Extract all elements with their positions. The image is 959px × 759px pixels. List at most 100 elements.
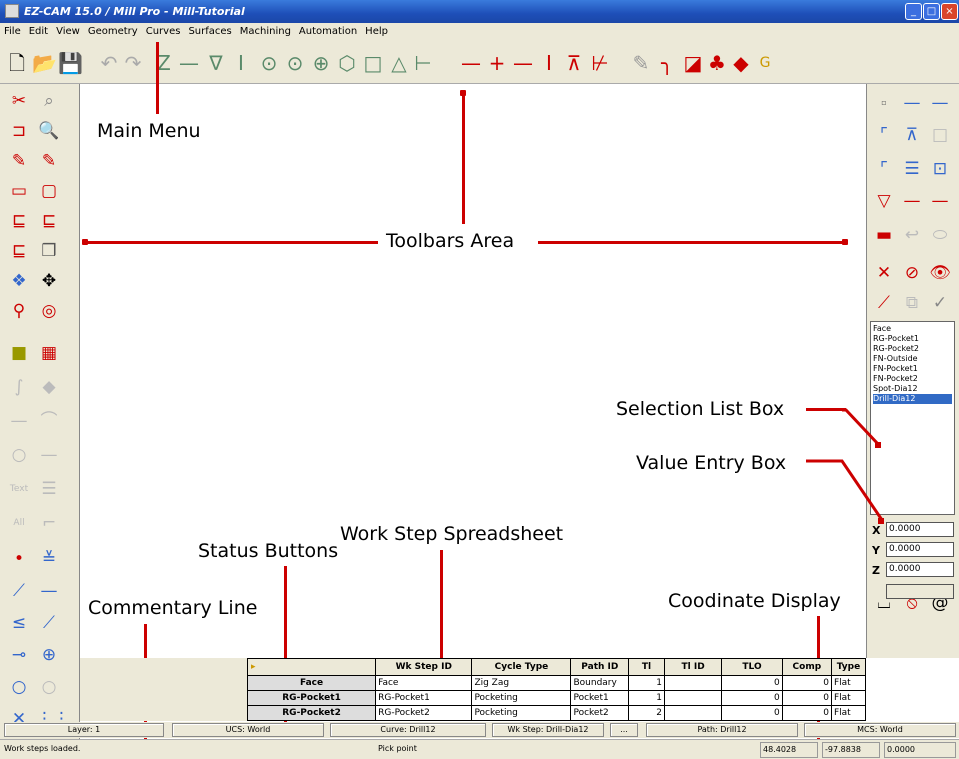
path-status-button[interactable]: Path: Drill12 — [646, 723, 798, 737]
cell-cycle[interactable]: Pocketing — [471, 690, 572, 706]
menu-surfaces[interactable]: Surfaces — [188, 26, 231, 37]
vertical-dim-icon[interactable]: I — [538, 51, 560, 75]
list-item[interactable]: RG-Pocket1 — [873, 334, 952, 344]
col-header[interactable]: Tl — [628, 658, 665, 676]
row-header[interactable]: Face — [246, 675, 377, 691]
circle-radius-icon[interactable]: ⊙ — [284, 51, 306, 75]
pencil-a-icon[interactable]: ✎ — [6, 148, 32, 174]
list-item[interactable]: FN-Pocket2 — [873, 374, 952, 384]
z-value-input[interactable]: 0.0000 — [886, 562, 954, 577]
chamfer-icon[interactable]: ◪ — [682, 51, 704, 75]
all-icon[interactable]: All — [6, 510, 32, 536]
cell-id[interactable]: Face — [375, 675, 473, 691]
box-snap-icon[interactable]: □ — [927, 122, 953, 148]
machining-icon[interactable]: ♣ — [706, 51, 728, 75]
copy-icon[interactable]: ⧉ — [899, 290, 925, 316]
menu-view[interactable]: View — [56, 26, 80, 37]
cell-type[interactable]: Flat — [830, 675, 867, 691]
zoom-out-icon[interactable]: ⚲ — [6, 298, 32, 324]
refresh-icon[interactable]: ◎ — [36, 298, 62, 324]
wand-icon[interactable]: ⟋ — [871, 290, 897, 316]
table-row[interactable]: RG-Pocket1 RG-Pocket1 Pocketing Pocket1 … — [246, 690, 867, 706]
list-item[interactable]: RG-Pocket2 — [873, 344, 952, 354]
line-e-icon[interactable]: ⊸ — [6, 642, 32, 668]
col-header[interactable]: Cycle Type — [471, 658, 572, 676]
select-icon[interactable]: ✂ — [6, 88, 32, 114]
menu-file[interactable]: File — [4, 26, 21, 37]
window-title-bar[interactable]: EZ-CAM 15.0 / Mill Pro - Mill-Tutorial — [0, 0, 959, 23]
mid-snap-icon[interactable]: ☰ — [899, 156, 925, 182]
app-icon[interactable] — [5, 4, 19, 18]
dash-b-icon[interactable]: — — [927, 188, 953, 214]
line-c-icon[interactable]: ≤ — [6, 610, 32, 636]
pencil-b-icon[interactable]: ✎ — [36, 148, 62, 174]
cell-comp[interactable]: 0 — [781, 690, 832, 706]
cell-tlo[interactable]: 0 — [721, 690, 783, 706]
check-icon[interactable]: ✓ — [927, 290, 953, 316]
angle-line-icon[interactable]: ∇ — [205, 51, 227, 75]
col-header[interactable]: TLO — [721, 658, 783, 676]
cell-cycle[interactable]: Pocketing — [471, 705, 572, 721]
delete-icon[interactable]: ✕ — [871, 260, 897, 286]
shade-icon[interactable]: ■ — [6, 340, 32, 366]
iso-view-icon[interactable]: ❒ — [36, 238, 62, 264]
curve-h-icon[interactable]: ⌐ — [36, 510, 62, 536]
col-header[interactable]: Wk Step ID — [375, 658, 473, 676]
menu-help[interactable]: Help — [365, 26, 388, 37]
col-header[interactable]: Comp — [781, 658, 832, 676]
cell-tl[interactable]: 1 — [628, 690, 665, 706]
fillet-icon[interactable]: ╮ — [656, 51, 678, 75]
cell-path[interactable]: Boundary — [570, 675, 630, 691]
minimize-icon[interactable]: _ — [905, 3, 922, 20]
snap-point-icon[interactable]: ▫ — [871, 90, 897, 116]
drawing-canvas[interactable] — [80, 84, 866, 658]
magnify-icon[interactable]: 🔍 — [36, 118, 62, 144]
curve-c-icon[interactable]: — — [6, 408, 32, 434]
box-a-icon[interactable]: ▭ — [6, 178, 32, 204]
polygon-icon[interactable]: ⬡ — [336, 51, 358, 75]
curve-g-icon[interactable]: ☰ — [36, 476, 62, 502]
cell-id[interactable]: RG-Pocket1 — [375, 690, 473, 706]
dash-icon[interactable]: ⊢ — [412, 51, 434, 75]
save-icon[interactable]: 💾 — [58, 51, 83, 75]
curve-b-icon[interactable]: ◆ — [36, 374, 62, 400]
cell-tlid[interactable] — [663, 675, 723, 691]
circle-plus-icon[interactable]: ⊕ — [36, 642, 62, 668]
cross-icon[interactable]: + — [486, 51, 508, 75]
line-d-icon[interactable]: ⟋ — [36, 610, 62, 636]
toolpath-icon[interactable]: ◆ — [730, 51, 752, 75]
col-header[interactable]: Type — [830, 658, 867, 676]
rectangle-icon[interactable]: □ — [362, 51, 384, 75]
tri-snap-icon[interactable]: ▽ — [871, 188, 897, 214]
maximize-icon[interactable]: □ — [923, 3, 940, 20]
redo-icon[interactable]: ↷ — [122, 51, 144, 75]
curve-d-icon[interactable]: ⌒ — [36, 408, 62, 434]
cell-comp[interactable]: 0 — [781, 705, 832, 721]
angle-snap-icon[interactable]: ⊼ — [899, 122, 925, 148]
new-file-icon[interactable]: 🗋 — [6, 51, 28, 75]
y-value-input[interactable]: 0.0000 — [886, 542, 954, 557]
cell-tlo[interactable]: 0 — [721, 705, 783, 721]
curve-f-icon[interactable]: — — [36, 442, 62, 468]
list-item[interactable]: Spot-Dia12 — [873, 384, 952, 394]
dash-a-icon[interactable]: — — [899, 188, 925, 214]
text-icon[interactable]: Text — [6, 476, 32, 502]
circle-center-icon[interactable]: ⊙ — [258, 51, 280, 75]
menu-automation[interactable]: Automation — [299, 26, 357, 37]
pan-icon[interactable]: ✥ — [36, 268, 62, 294]
col-header[interactable]: Tl ID — [663, 658, 723, 676]
cell-tl[interactable]: 2 — [628, 705, 665, 721]
open-file-icon[interactable]: 📂 — [32, 51, 57, 75]
trim-icon[interactable]: ⊐ — [6, 118, 32, 144]
list-item[interactable]: FN-Outside — [873, 354, 952, 364]
circle-b-icon[interactable]: ○ — [36, 674, 62, 700]
menu-machining[interactable]: Machining — [240, 26, 291, 37]
box-b-icon[interactable]: ▢ — [36, 178, 62, 204]
cell-tlo[interactable]: 0 — [721, 675, 783, 691]
angle-dim-icon[interactable]: ⊼ — [563, 51, 585, 75]
value-entry-extra[interactable] — [886, 584, 954, 599]
cell-type[interactable]: Flat — [830, 690, 867, 706]
menu-geometry[interactable]: Geometry — [88, 26, 138, 37]
cell-path[interactable]: Pocket2 — [570, 705, 630, 721]
table-row[interactable]: Face Face Zig Zag Boundary 1 0 0 Flat — [246, 675, 867, 691]
